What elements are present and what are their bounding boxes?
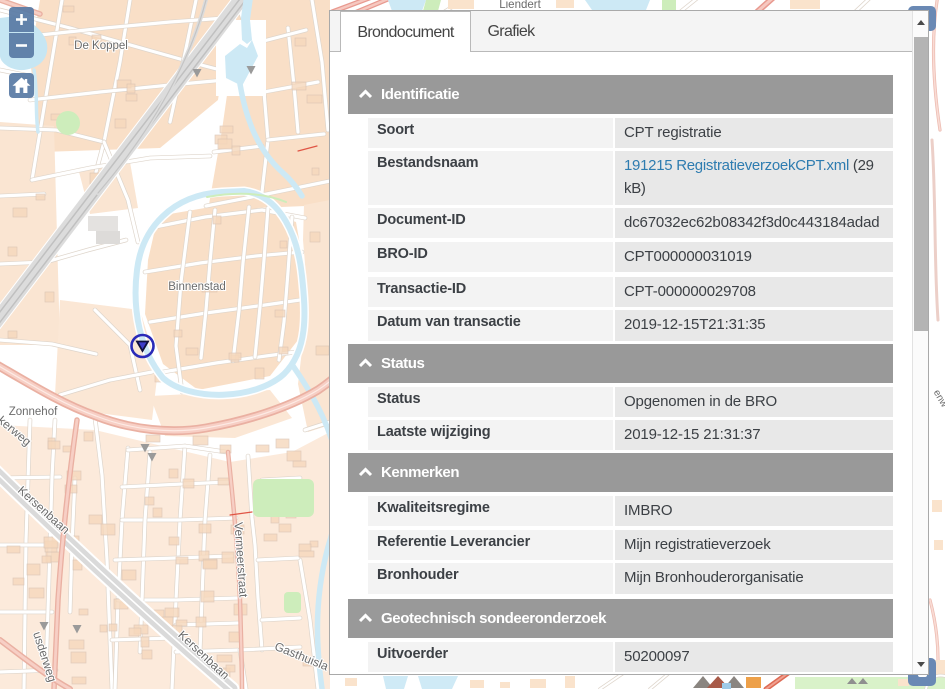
svg-text:De Koppel: De Koppel	[74, 40, 128, 52]
svg-text:Zonnehof: Zonnehof	[9, 406, 58, 418]
svg-text:Binnenstad: Binnenstad	[168, 281, 226, 293]
